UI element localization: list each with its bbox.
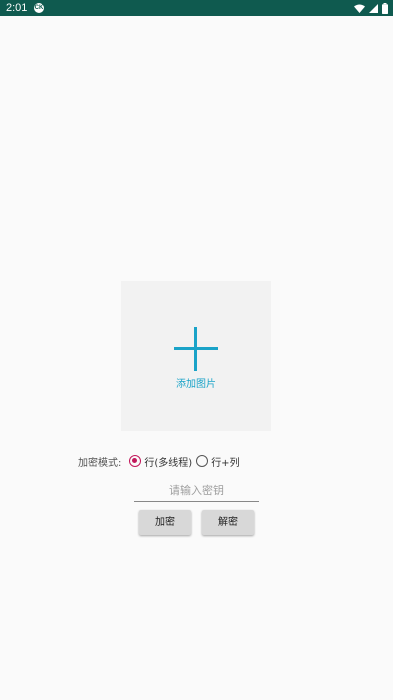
add-image-label: 添加图片 (176, 379, 216, 390)
battery-icon (382, 2, 388, 14)
radio-row-column[interactable] (196, 455, 209, 467)
encrypt-button[interactable]: 加密 (139, 510, 191, 535)
status-icons (354, 2, 388, 14)
wifi-icon (354, 4, 365, 13)
signal-icon (369, 3, 378, 13)
encrypt-mode-label: 加密模式: (78, 457, 122, 469)
add-image-button[interactable]: 添加图片 (121, 281, 271, 431)
status-time: 2:01 (6, 2, 28, 14)
encrypt-mode-row: 加密模式: 行(多线程) 行+列 (78, 451, 244, 471)
radio-label-row-multithread[interactable]: 行(多线程) (144, 454, 192, 469)
ck-icon: CK (34, 3, 44, 13)
key-input[interactable] (134, 480, 259, 502)
status-bar: 2:01 CK (0, 0, 393, 16)
radio-label-row-column[interactable]: 行+列 (211, 454, 239, 469)
radio-row-multithread[interactable] (129, 455, 142, 467)
plus-icon (174, 327, 218, 375)
decrypt-button[interactable]: 解密 (202, 510, 254, 535)
